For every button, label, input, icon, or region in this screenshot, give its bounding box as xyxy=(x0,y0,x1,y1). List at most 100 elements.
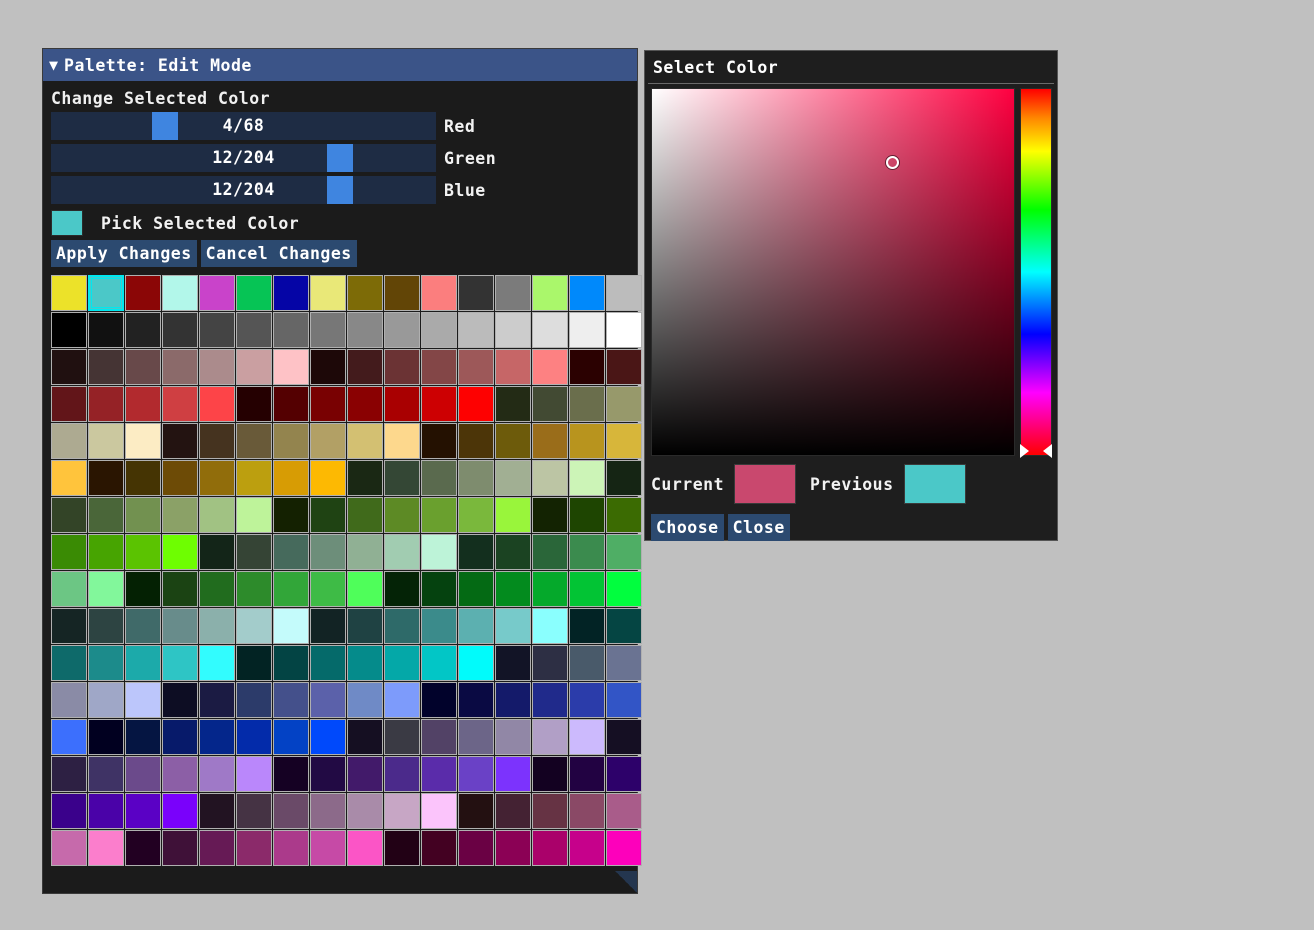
palette-swatch[interactable] xyxy=(569,275,605,311)
palette-swatch[interactable] xyxy=(458,312,494,348)
palette-swatch[interactable] xyxy=(51,793,87,829)
palette-swatch[interactable] xyxy=(458,460,494,496)
palette-swatch[interactable] xyxy=(569,349,605,385)
palette-swatch[interactable] xyxy=(569,682,605,718)
palette-swatch[interactable] xyxy=(532,386,568,422)
palette-swatch[interactable] xyxy=(162,830,198,866)
palette-swatch[interactable] xyxy=(51,830,87,866)
palette-swatch[interactable] xyxy=(199,534,235,570)
palette-swatch[interactable] xyxy=(606,571,642,607)
palette-swatch[interactable] xyxy=(495,349,531,385)
palette-swatch[interactable] xyxy=(347,756,383,792)
palette-swatch[interactable] xyxy=(162,608,198,644)
palette-swatch[interactable] xyxy=(273,460,309,496)
palette-swatch[interactable] xyxy=(569,423,605,459)
palette-swatch[interactable] xyxy=(199,682,235,718)
palette-swatch[interactable] xyxy=(125,756,161,792)
palette-swatch[interactable] xyxy=(310,349,346,385)
collapse-triangle-icon[interactable]: ▼ xyxy=(49,57,58,73)
palette-swatch[interactable] xyxy=(384,719,420,755)
palette-swatch[interactable] xyxy=(125,275,161,311)
palette-swatch[interactable] xyxy=(569,608,605,644)
palette-swatch[interactable] xyxy=(199,719,235,755)
palette-swatch[interactable] xyxy=(310,571,346,607)
palette-swatch[interactable] xyxy=(495,682,531,718)
palette-swatch[interactable] xyxy=(88,423,124,459)
palette-swatch[interactable] xyxy=(532,719,568,755)
palette-swatch[interactable] xyxy=(51,571,87,607)
palette-swatch[interactable] xyxy=(88,349,124,385)
palette-swatch[interactable] xyxy=(495,534,531,570)
palette-swatch[interactable] xyxy=(88,830,124,866)
palette-swatch[interactable] xyxy=(310,312,346,348)
palette-swatch[interactable] xyxy=(162,682,198,718)
palette-swatch[interactable] xyxy=(569,497,605,533)
palette-swatch[interactable] xyxy=(273,386,309,422)
palette-swatch[interactable] xyxy=(199,386,235,422)
palette-swatch[interactable] xyxy=(273,497,309,533)
palette-swatch[interactable] xyxy=(532,682,568,718)
palette-swatch[interactable] xyxy=(569,719,605,755)
palette-swatch[interactable] xyxy=(495,497,531,533)
palette-swatch[interactable] xyxy=(606,275,642,311)
palette-swatch[interactable] xyxy=(310,423,346,459)
palette-swatch[interactable] xyxy=(421,645,457,681)
palette-swatch[interactable] xyxy=(310,830,346,866)
palette-swatch[interactable] xyxy=(569,386,605,422)
palette-swatch[interactable] xyxy=(88,682,124,718)
palette-swatch[interactable] xyxy=(421,349,457,385)
palette-swatch[interactable] xyxy=(347,497,383,533)
palette-swatch[interactable] xyxy=(384,497,420,533)
palette-swatch[interactable] xyxy=(199,793,235,829)
palette-swatch[interactable] xyxy=(310,682,346,718)
palette-swatch[interactable] xyxy=(162,386,198,422)
palette-swatch[interactable] xyxy=(606,756,642,792)
palette-swatch[interactable] xyxy=(495,312,531,348)
palette-swatch[interactable] xyxy=(236,275,272,311)
palette-swatch[interactable] xyxy=(88,571,124,607)
palette-swatch[interactable] xyxy=(88,756,124,792)
palette-swatch[interactable] xyxy=(384,534,420,570)
palette-swatch[interactable] xyxy=(532,756,568,792)
palette-swatch[interactable] xyxy=(88,534,124,570)
cancel-changes-button[interactable]: Cancel Changes xyxy=(200,240,357,267)
palette-swatch[interactable] xyxy=(458,423,494,459)
palette-swatch[interactable] xyxy=(421,756,457,792)
palette-swatch[interactable] xyxy=(51,497,87,533)
palette-swatch[interactable] xyxy=(273,534,309,570)
palette-swatch[interactable] xyxy=(236,460,272,496)
pick-selected-color-row[interactable]: Pick Selected Color xyxy=(51,210,637,236)
palette-swatch[interactable] xyxy=(125,386,161,422)
palette-swatch[interactable] xyxy=(310,719,346,755)
palette-swatch[interactable] xyxy=(273,571,309,607)
palette-swatch[interactable] xyxy=(125,460,161,496)
palette-swatch[interactable] xyxy=(495,830,531,866)
palette-swatch[interactable] xyxy=(162,534,198,570)
palette-swatch[interactable] xyxy=(421,386,457,422)
palette-swatch[interactable] xyxy=(532,534,568,570)
palette-swatch[interactable] xyxy=(532,608,568,644)
palette-swatch[interactable] xyxy=(88,608,124,644)
palette-swatch[interactable] xyxy=(125,830,161,866)
palette-swatch[interactable] xyxy=(51,349,87,385)
palette-swatch[interactable] xyxy=(384,312,420,348)
palette-swatch[interactable] xyxy=(569,460,605,496)
palette-swatch[interactable] xyxy=(532,312,568,348)
palette-swatch[interactable] xyxy=(236,312,272,348)
palette-swatch[interactable] xyxy=(347,571,383,607)
palette-swatch[interactable] xyxy=(606,349,642,385)
palette-swatch[interactable] xyxy=(495,719,531,755)
palette-swatch[interactable] xyxy=(88,275,124,311)
choose-button[interactable]: Choose xyxy=(651,514,724,541)
palette-swatch[interactable] xyxy=(569,756,605,792)
palette-swatch[interactable] xyxy=(125,793,161,829)
palette-swatch[interactable] xyxy=(88,793,124,829)
palette-swatch[interactable] xyxy=(51,645,87,681)
palette-swatch[interactable] xyxy=(51,756,87,792)
palette-swatch[interactable] xyxy=(421,312,457,348)
palette-swatch[interactable] xyxy=(236,645,272,681)
palette-swatch[interactable] xyxy=(51,423,87,459)
palette-swatch[interactable] xyxy=(384,460,420,496)
palette-swatch[interactable] xyxy=(273,830,309,866)
palette-swatch[interactable] xyxy=(310,275,346,311)
